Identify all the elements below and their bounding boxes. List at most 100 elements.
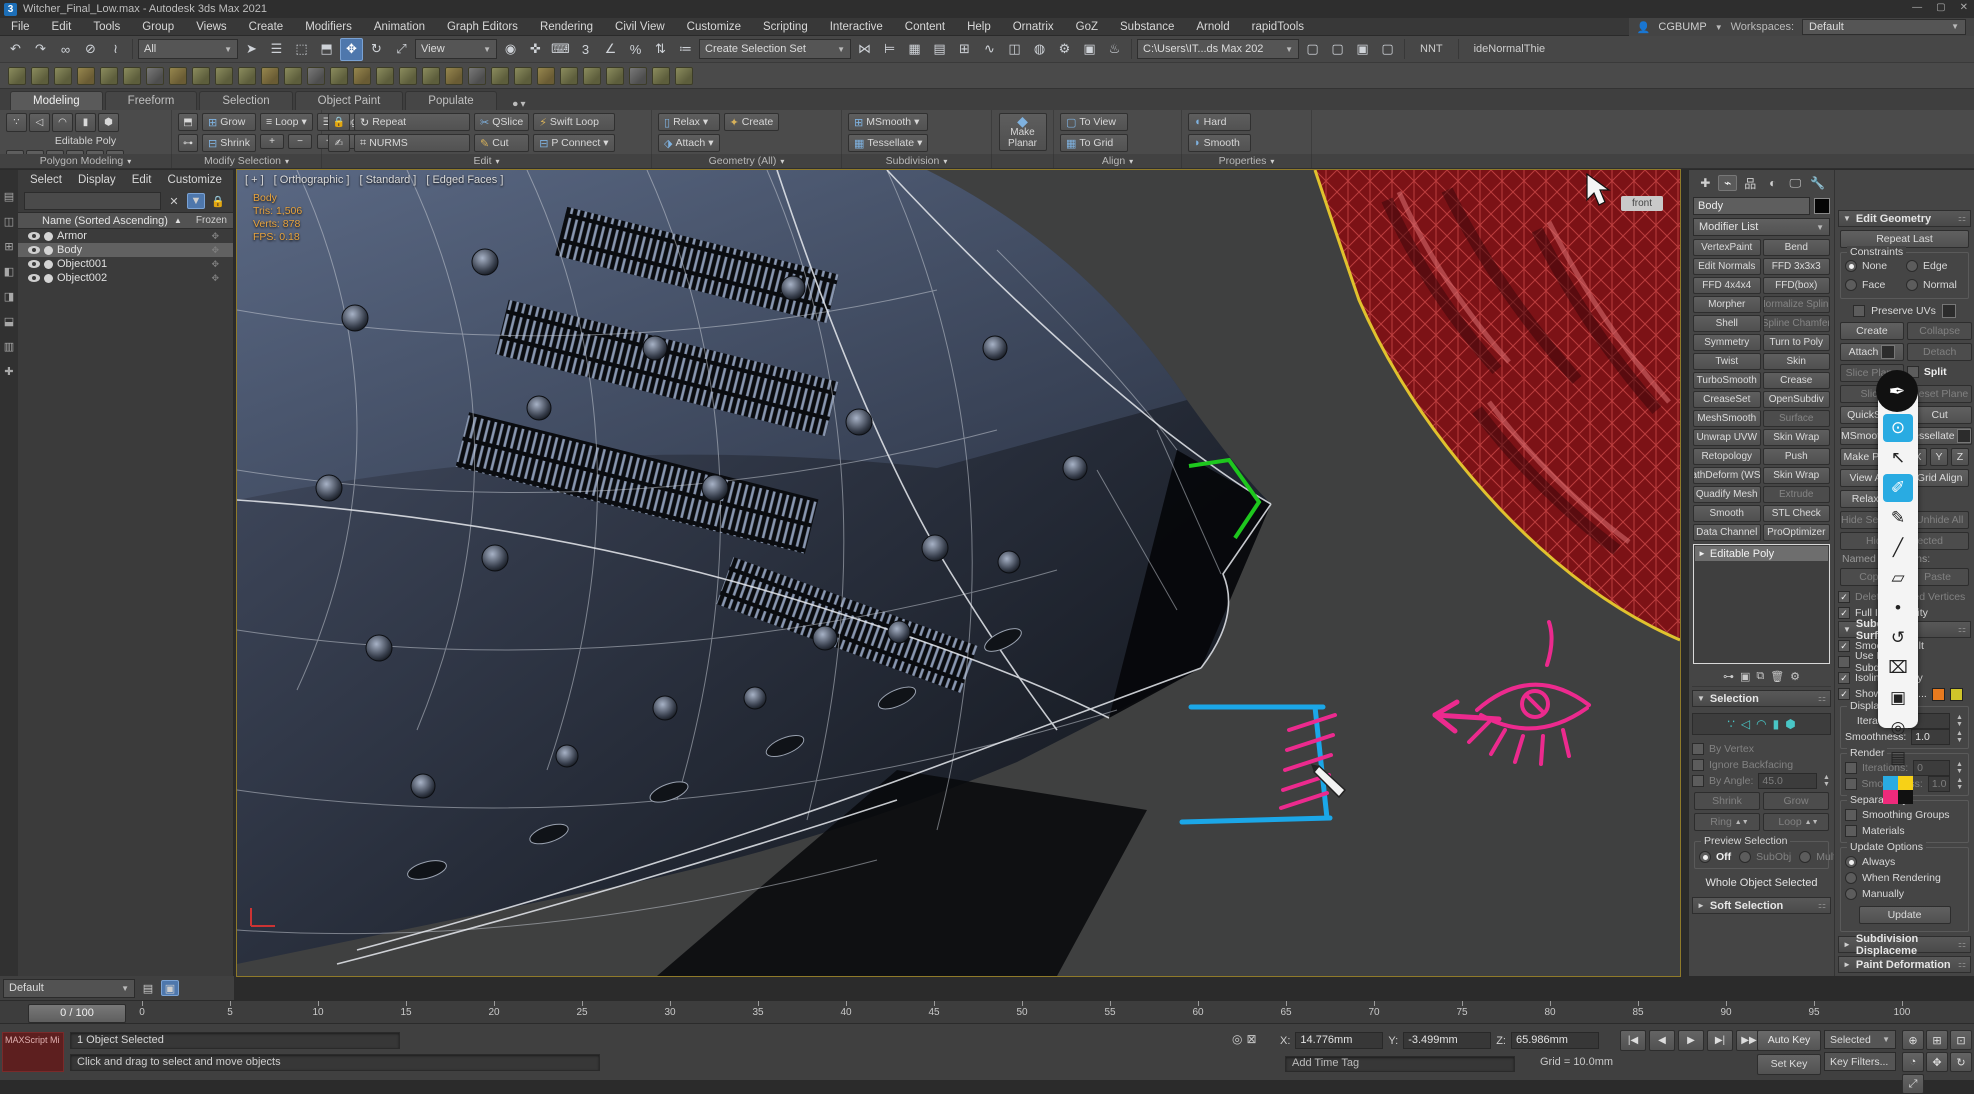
- rapidtools-icon[interactable]: [491, 67, 509, 85]
- project-path-dropdown[interactable]: C:\Users\IT...ds Max 202▼: [1137, 39, 1299, 59]
- modify-tab-icon[interactable]: ⌁: [1718, 175, 1737, 191]
- make-unique-icon[interactable]: ⧉: [1756, 670, 1764, 683]
- vertex-subobject-icon[interactable]: ∵: [6, 113, 27, 132]
- loop-shrink-icon[interactable]: −: [288, 134, 312, 149]
- tweak-uvs-icon[interactable]: ✍: [328, 134, 350, 152]
- color-yellow-swatch[interactable]: [1898, 776, 1913, 790]
- preserve-uvs-settings[interactable]: [1942, 304, 1956, 318]
- hierarchy-tab-icon[interactable]: 品: [1741, 175, 1760, 191]
- collapse-button[interactable]: Collapse: [1907, 322, 1973, 340]
- smoothing-groups-checkbox[interactable]: Smoothing Groups: [1845, 804, 1964, 823]
- shrink-button[interactable]: Shrink: [1694, 792, 1760, 810]
- undo-icon[interactable]: ↶: [4, 38, 27, 61]
- epicpen-pen-icon[interactable]: ✎: [1883, 504, 1913, 532]
- select-and-manipulate-icon[interactable]: ✜: [524, 38, 547, 61]
- explorer-column-header[interactable]: Name (Sorted Ascending)▲ Frozen: [18, 212, 233, 229]
- attach-button[interactable]: ⬗Attach ▾: [658, 134, 720, 152]
- render-setup-icon[interactable]: ⚙: [1053, 38, 1076, 61]
- key-mode-dropdown[interactable]: Selected▼: [1824, 1030, 1896, 1049]
- minimize-button[interactable]: —: [1912, 2, 1922, 13]
- render-icon[interactable]: ♨: [1103, 38, 1126, 61]
- paint-deformation-rollout-header[interactable]: ►Paint Deformation⚏: [1838, 956, 1971, 973]
- rapidtools-icon[interactable]: [675, 67, 693, 85]
- menu-animation[interactable]: Animation: [363, 21, 436, 33]
- modifier-button[interactable]: Push: [1763, 448, 1831, 465]
- cut-button[interactable]: ✎Cut: [474, 134, 529, 152]
- relax-button[interactable]: ▯Relax ▾: [658, 113, 720, 131]
- menu-graph-editors[interactable]: Graph Editors: [436, 21, 529, 33]
- object-name-field[interactable]: Body: [1693, 197, 1810, 215]
- frozen-cell-icon[interactable]: ✥: [211, 259, 219, 270]
- detach-button[interactable]: Detach: [1907, 343, 1973, 361]
- utilities-tab-icon[interactable]: 🔧: [1808, 175, 1827, 191]
- set-key-button[interactable]: Set Key: [1757, 1054, 1821, 1075]
- material-editor-icon[interactable]: ◍: [1028, 38, 1051, 61]
- preview-multi-radio[interactable]: Multi: [1799, 849, 1838, 865]
- viewport-layout-icon[interactable]: ◧: [4, 265, 14, 278]
- split-checkbox[interactable]: Split: [1907, 364, 1973, 380]
- rapidtools-icon[interactable]: [261, 67, 279, 85]
- next-frame-icon[interactable]: ▶|: [1707, 1030, 1733, 1051]
- modifier-button[interactable]: Skin Wrap: [1763, 467, 1831, 484]
- modifier-button[interactable]: Data Channel: [1693, 524, 1761, 541]
- update-when-rendering-radio[interactable]: When Rendering: [1845, 870, 1964, 886]
- nurms-button[interactable]: ⌗NURMS: [354, 134, 470, 152]
- modifier-button[interactable]: FFD 3x3x3: [1763, 258, 1831, 275]
- loop-button[interactable]: ≡ Loop ▾: [260, 113, 313, 131]
- update-manually-radio[interactable]: Manually: [1845, 886, 1964, 902]
- soft-selection-rollout-header[interactable]: ►Soft Selection⚏: [1692, 897, 1831, 914]
- element-subobject-icon[interactable]: ⬢: [98, 113, 119, 132]
- smooth-button[interactable]: ◗Smooth: [1188, 134, 1251, 152]
- panel-label[interactable]: Edit▾: [322, 154, 652, 168]
- snap-toggle-3d-icon[interactable]: 3: [574, 38, 597, 61]
- play-icon[interactable]: ▶: [1678, 1030, 1704, 1051]
- configure-modifier-sets-icon[interactable]: ⚙: [1790, 670, 1800, 683]
- viewport-layout-icon[interactable]: ◫: [4, 215, 14, 228]
- edge-mode-icon[interactable]: ◁: [1741, 717, 1750, 731]
- modifier-button[interactable]: Bend: [1763, 239, 1831, 256]
- menu-content[interactable]: Content: [894, 21, 956, 33]
- auto-key-button[interactable]: Auto Key: [1757, 1030, 1821, 1051]
- modifier-button[interactable]: Turn to Poly: [1763, 334, 1831, 351]
- rapidtools-icon[interactable]: [468, 67, 486, 85]
- grow-button[interactable]: ⊞Grow: [202, 113, 256, 131]
- viewport-layout-icon[interactable]: ▤: [4, 190, 14, 203]
- schematic-view-icon[interactable]: ◫: [1003, 38, 1026, 61]
- epicpen-whiteboard-icon[interactable]: ▣: [1883, 684, 1913, 712]
- frozen-cell-icon[interactable]: ✥: [211, 231, 219, 242]
- preview-off-radio[interactable]: Off: [1699, 849, 1731, 865]
- signed-in-user[interactable]: CGBUMP: [1658, 21, 1706, 33]
- menu-views[interactable]: Views: [185, 21, 237, 33]
- pin-stack-icon[interactable]: ⊶: [1723, 670, 1734, 683]
- percent-snap-icon[interactable]: %: [624, 38, 647, 61]
- rapidtools-icon[interactable]: [77, 67, 95, 85]
- modifier-button[interactable]: Surface: [1763, 410, 1831, 427]
- select-object-icon[interactable]: ➤: [240, 38, 263, 61]
- zoom-icon[interactable]: ⊕: [1902, 1030, 1924, 1050]
- loop-grow-icon[interactable]: +: [260, 134, 284, 149]
- planar-z-button[interactable]: Z: [1951, 448, 1969, 466]
- rapidtools-icon[interactable]: [8, 67, 26, 85]
- rapidtools-icon[interactable]: [445, 67, 463, 85]
- constraint-none-radio[interactable]: None: [1845, 258, 1903, 274]
- modifier-list-dropdown[interactable]: Modifier List▼: [1693, 218, 1830, 236]
- rapidtools-icon[interactable]: [100, 67, 118, 85]
- render-production-icon[interactable]: ▣: [1351, 38, 1374, 61]
- window-crossing-icon[interactable]: ⬒: [315, 38, 338, 61]
- loop-button[interactable]: Loop ▲▼: [1763, 813, 1829, 831]
- rapidtools-icon[interactable]: [54, 67, 72, 85]
- edge-subobject-icon[interactable]: ◁: [29, 113, 50, 132]
- viewport-style-menu[interactable]: [ Edged Faces ]: [426, 174, 503, 186]
- modifier-button[interactable]: Skin Wrap: [1763, 429, 1831, 446]
- modifier-button[interactable]: OpenSubdiv: [1763, 391, 1831, 408]
- unhide-all-button[interactable]: Unhide All: [1910, 511, 1969, 529]
- named-selection-sets-icon[interactable]: ≔: [674, 38, 697, 61]
- pin-selection-icon[interactable]: ⊶: [178, 134, 198, 152]
- by-vertex-checkbox[interactable]: By Vertex: [1692, 741, 1831, 757]
- epicpen-cursor-icon[interactable]: ↖: [1883, 444, 1913, 472]
- grow-button[interactable]: Grow: [1763, 792, 1829, 810]
- menu-arnold[interactable]: Arnold: [1185, 21, 1240, 33]
- subdivision-displacement-rollout-header[interactable]: ►Subdivision Displaceme⚏: [1838, 936, 1971, 953]
- scene-explorer-toggle-icon[interactable]: ▦: [903, 38, 926, 61]
- display-tab-icon[interactable]: 🖵: [1786, 175, 1805, 191]
